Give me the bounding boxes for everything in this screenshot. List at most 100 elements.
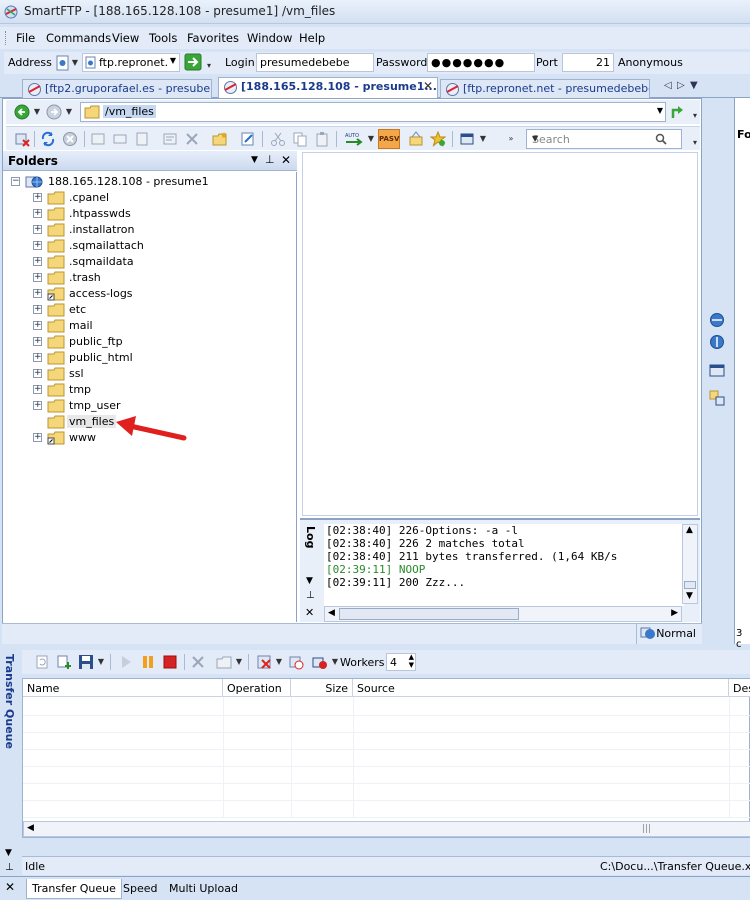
close-icon[interactable]: ✕ — [281, 153, 291, 167]
expand-icon[interactable]: + — [33, 241, 42, 250]
tab-gruporafael[interactable]: [ftp2.gruporafael.es - presubebe] / — [22, 79, 212, 98]
scroll-right-icon[interactable]: ▶ — [671, 608, 678, 618]
view-icon[interactable] — [112, 131, 128, 147]
grid-delete-dropdown-icon[interactable]: ▼ — [274, 654, 284, 670]
folder-dropdown-icon[interactable]: ▼ — [234, 654, 244, 670]
delete-icon[interactable] — [184, 131, 200, 147]
go-more-icon[interactable]: ▾ — [204, 58, 214, 74]
tree-folder-item[interactable]: + .htpasswds — [33, 206, 273, 222]
toolbar-chevron-icon[interactable]: » — [506, 131, 516, 147]
protocol-dropdown-icon[interactable]: ▼ — [70, 55, 80, 71]
menu-tools[interactable]: Tools — [149, 31, 177, 45]
toolbar-more-icon[interactable]: ▾ — [690, 135, 700, 151]
scroll-left-icon[interactable]: ◀ — [328, 608, 335, 618]
expand-icon[interactable]: + — [33, 289, 42, 298]
forward-dropdown-icon[interactable]: ▼ — [64, 104, 74, 120]
save-dropdown-icon[interactable]: ▼ — [96, 654, 106, 670]
tree-folder-item[interactable]: + public_html — [33, 350, 273, 366]
search-input[interactable]: Search ▼ — [526, 129, 682, 149]
local-folder-icon[interactable] — [709, 362, 725, 378]
expand-icon[interactable]: + — [33, 385, 42, 394]
tab-speed[interactable]: Speed — [118, 879, 162, 899]
pin-icon[interactable]: ⊥ — [265, 153, 275, 166]
tree-folder-item[interactable]: + access-logs — [33, 286, 273, 302]
nav-more-icon[interactable]: ▾ — [690, 108, 700, 124]
back-icon[interactable] — [14, 104, 30, 120]
close-icon[interactable]: ✕ — [423, 79, 433, 93]
expand-icon[interactable]: + — [33, 209, 42, 218]
tree-folder-item[interactable]: + mail — [33, 318, 273, 334]
port-field[interactable]: 21 — [562, 53, 614, 72]
close-icon[interactable]: ✕ — [305, 606, 314, 619]
save-icon[interactable] — [78, 654, 94, 670]
toolbar-grip[interactable] — [5, 31, 8, 45]
column-header-destination[interactable]: Des — [729, 679, 750, 697]
column-header-operation[interactable]: Operation — [223, 679, 291, 697]
tree-folder-item[interactable]: + .sqmaildata — [33, 254, 273, 270]
menu-favorites[interactable]: Favorites — [187, 31, 239, 45]
cut-icon[interactable] — [270, 131, 286, 147]
tab-multi-upload[interactable]: Multi Upload — [164, 879, 243, 899]
pin-icon[interactable]: ⊥ — [5, 862, 14, 873]
anonymous-toggle[interactable]: Anonymous — [618, 56, 683, 69]
edit-icon[interactable] — [134, 131, 150, 147]
refresh-icon[interactable] — [40, 131, 56, 147]
expand-icon[interactable]: + — [33, 193, 42, 202]
tree-folder-item[interactable]: + tmp_user — [33, 398, 273, 414]
remote-file-list[interactable] — [302, 152, 698, 516]
scroll-up-icon[interactable]: ▲ — [686, 525, 693, 535]
layout-dropdown-icon[interactable]: ▼ — [478, 131, 488, 147]
scroll-thumb[interactable] — [339, 608, 519, 620]
queue-add-icon[interactable] — [56, 654, 72, 670]
address-dropdown-icon[interactable]: ▼ — [170, 56, 176, 65]
menu-view[interactable]: View — [112, 31, 139, 45]
tree-folder-item[interactable]: + .sqmailattach — [33, 238, 273, 254]
sync-icon[interactable] — [709, 390, 725, 406]
scheduler-icon[interactable] — [288, 654, 304, 670]
column-header-source[interactable]: Source — [353, 679, 729, 697]
log-vertical-scrollbar[interactable]: ▲ ▼ — [682, 524, 698, 604]
tab-scroll-right-icon[interactable]: ▷ — [677, 80, 685, 91]
auto-transfer-icon[interactable]: AUTO — [344, 131, 366, 147]
expand-icon[interactable]: + — [33, 401, 42, 410]
pause-icon[interactable] — [140, 654, 156, 670]
queue-folder-icon[interactable] — [216, 654, 232, 670]
pasv-button[interactable]: PASV — [378, 129, 400, 149]
expand-icon[interactable]: + — [33, 321, 42, 330]
scroll-thumb[interactable] — [684, 581, 696, 589]
auto-dropdown-icon[interactable]: ▼ — [366, 131, 376, 147]
layout-icon[interactable] — [460, 131, 476, 147]
transfer-queue-grid[interactable]: Name Operation Size Source Des ◀ ||| — [22, 678, 750, 838]
address-field[interactable]: ftp.repronet. ▼ — [82, 53, 180, 72]
queue-horizontal-scrollbar[interactable]: ◀ ||| — [23, 821, 750, 837]
expand-icon[interactable]: + — [33, 273, 42, 282]
password-field[interactable]: ●●●●●●● — [427, 53, 535, 72]
favorite-star-icon[interactable] — [430, 131, 446, 147]
tree-folder-item[interactable]: + etc — [33, 302, 273, 318]
queue-refresh-icon[interactable] — [34, 654, 50, 670]
login-field[interactable]: presumedebebe — [256, 53, 374, 72]
search-dropdown-icon[interactable]: ▼ — [532, 134, 678, 143]
expand-icon[interactable]: + — [33, 353, 42, 362]
tab-repronet[interactable]: [ftp.repronet.net - presumedebebe] / — [440, 79, 650, 98]
tree-folder-item[interactable]: + public_ftp — [33, 334, 273, 350]
close-icon[interactable]: ✕ — [5, 880, 15, 894]
expand-icon[interactable]: + — [33, 225, 42, 234]
properties-icon[interactable] — [162, 131, 178, 147]
new-folder-icon[interactable] — [212, 131, 228, 147]
expand-icon[interactable]: + — [33, 369, 42, 378]
scroll-grip-icon[interactable]: ||| — [642, 824, 651, 834]
tab-presume1[interactable]: [188.165.128.108 - presume1... ✕ — [218, 77, 438, 98]
go-arrow-icon[interactable] — [184, 53, 202, 71]
stepper-arrows-icon[interactable]: ▲ ▼ — [409, 654, 414, 669]
tab-list-icon[interactable]: ▼ — [690, 80, 698, 91]
tree-folder-item[interactable]: + ssl — [33, 366, 273, 382]
tree-folder-item[interactable]: + .cpanel — [33, 190, 273, 206]
stop-queue-icon[interactable] — [162, 654, 178, 670]
tree-folder-item[interactable]: + .trash — [33, 270, 273, 286]
expand-icon[interactable]: + — [33, 337, 42, 346]
copy-icon[interactable] — [292, 131, 308, 147]
transfer-icon[interactable] — [90, 131, 106, 147]
collapse-icon[interactable]: − — [11, 177, 20, 186]
path-field[interactable]: /vm_files ▼ — [80, 102, 666, 122]
